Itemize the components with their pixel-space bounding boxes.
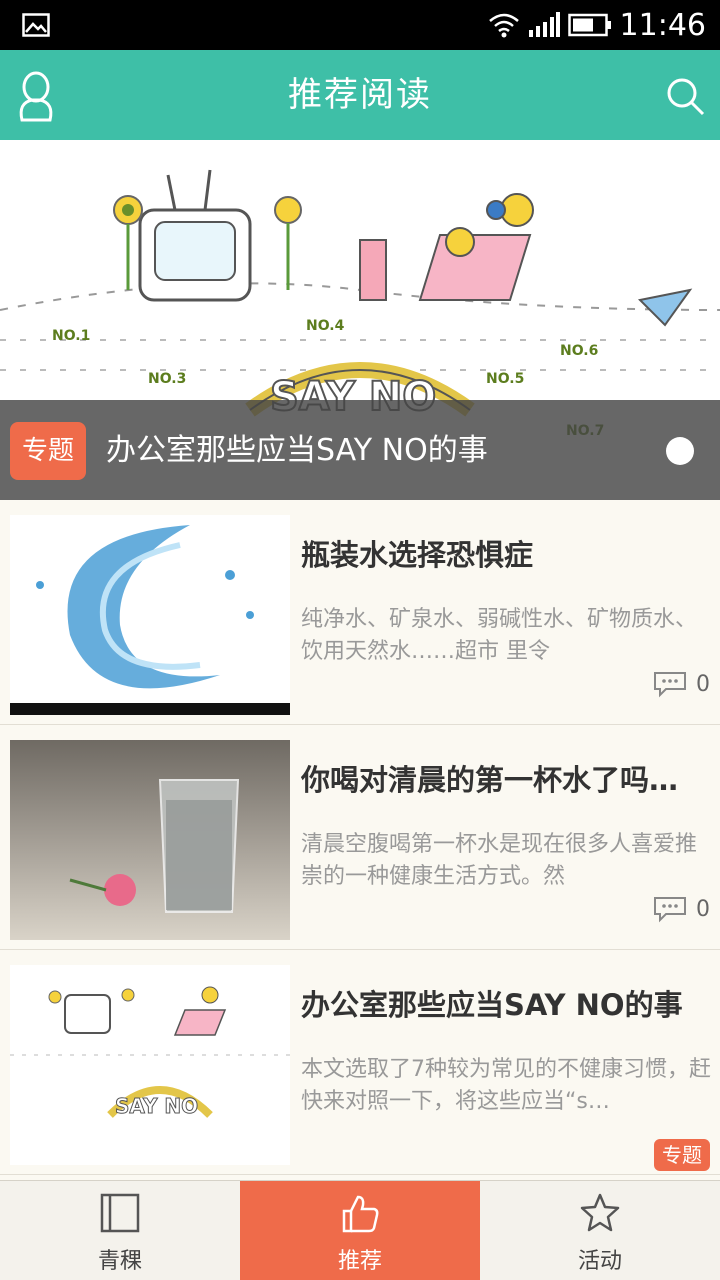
article-title[interactable]: 办公室那些应当SAY NO的事 (301, 982, 711, 1024)
comment-count-value: 0 (696, 896, 710, 922)
status-bar: 11:46 (0, 0, 720, 50)
wifi-icon (488, 13, 519, 38)
article-item[interactable]: SAY NO 办公室那些应当SAY NO的事 本文选取了7种较为常见的不健康习惯… (0, 950, 720, 1175)
page-title: 推荐阅读 (288, 75, 432, 115)
star-icon (580, 1193, 620, 1232)
svg-text:SAY NO: SAY NO (115, 1094, 198, 1118)
status-time: 11:46 (619, 7, 706, 43)
svg-text:NO.1: NO.1 (52, 328, 90, 344)
comment-count-value: 0 (696, 671, 710, 697)
tab-label: 青稞 (97, 1249, 142, 1274)
article-summary: 纯净水、矿泉水、弱碱性水、矿物质水、饮用天然水……超市 里令 (301, 607, 698, 664)
article-item[interactable]: 瓶装水选择恐惧症 纯净水、矿泉水、弱碱性水、矿物质水、饮用天然水……超市 里令 … (0, 500, 720, 725)
bottom-nav: 青稞 推荐 活动 (0, 1180, 720, 1280)
article-summary: 清晨空腹喝第一杯水是现在很多人喜爱推崇的一种健康生活方式。然 (301, 832, 698, 889)
app-bar: 推荐阅读 (0, 50, 720, 140)
banner-title[interactable]: 办公室那些应当SAY NO的事 (106, 422, 488, 480)
comment-icon (654, 897, 686, 923)
svg-text:NO.5: NO.5 (486, 371, 524, 387)
search-icon[interactable] (664, 75, 706, 117)
svg-text:NO.3: NO.3 (148, 371, 186, 387)
svg-text:NO.6: NO.6 (560, 343, 598, 359)
tab-qingke[interactable]: 青稞 (0, 1181, 240, 1280)
banner-topic-badge: 专题 (10, 422, 86, 480)
tab-label: 活动 (577, 1249, 622, 1274)
tab-recommend[interactable]: 推荐 (240, 1181, 480, 1280)
tab-activities[interactable]: 活动 (480, 1181, 720, 1280)
carousel-indicator-dot[interactable] (666, 437, 694, 465)
comment-icon (654, 672, 686, 698)
article-title[interactable]: 瓶装水选择恐惧症 (301, 532, 711, 574)
topic-badge: 专题 (654, 1139, 710, 1171)
thumbs-up-icon (342, 1195, 379, 1233)
article-thumbnail-water-splash (10, 515, 290, 715)
article-thumbnail-say-no-illustration: SAY NO (10, 965, 290, 1165)
battery-icon (567, 13, 611, 37)
article-thumbnail-glass-of-water (10, 740, 290, 940)
svg-text:NO.4: NO.4 (306, 318, 345, 334)
comment-count[interactable]: 0 (652, 895, 710, 923)
comment-count[interactable]: 0 (652, 670, 710, 698)
gallery-icon (22, 13, 50, 37)
book-icon (100, 1193, 140, 1233)
article-item[interactable]: 你喝对清晨的第一杯水了吗… 清晨空腹喝第一杯水是现在很多人喜爱推崇的一种健康生活… (0, 725, 720, 950)
article-summary: 本文选取了7种较为常见的不健康习惯，赶快来对照一下，将这些应当“s… (301, 1057, 711, 1114)
article-title[interactable]: 你喝对清晨的第一杯水了吗… (301, 757, 711, 799)
signal-icon (528, 12, 560, 37)
tab-label: 推荐 (337, 1249, 382, 1274)
featured-banner[interactable]: SAY NO NO.1 NO.3 NO.4 NO.5 NO.6 NO.7 专题 … (0, 140, 720, 500)
